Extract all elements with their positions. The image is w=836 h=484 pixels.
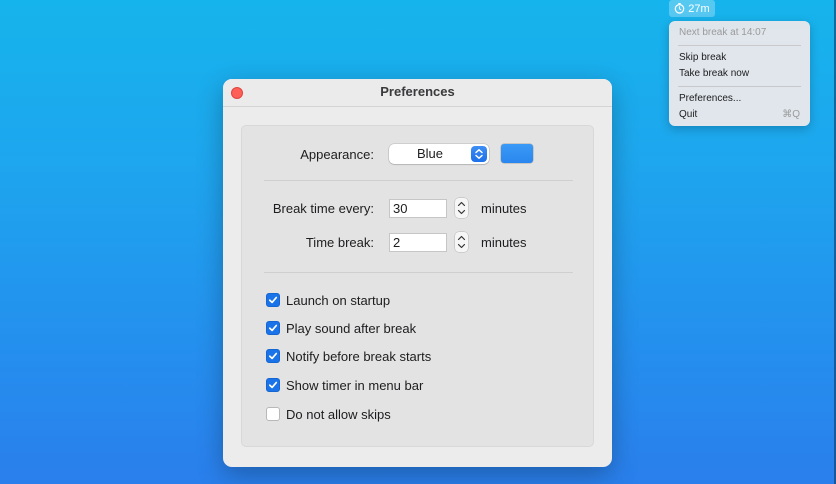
checkbox[interactable] xyxy=(266,349,280,363)
checkbox[interactable] xyxy=(266,293,280,307)
menu-item-preferences[interactable]: Preferences... xyxy=(679,92,800,106)
menu-item-take-break-now[interactable]: Take break now xyxy=(679,67,800,81)
option-do-not-allow-skips[interactable]: Do not allow skips xyxy=(266,406,391,422)
skip-break-label: Skip break xyxy=(679,52,727,63)
divider xyxy=(264,272,573,273)
appearance-color-swatch[interactable] xyxy=(501,144,533,163)
checkbox-label: Launch on startup xyxy=(286,292,391,308)
appearance-label: Appearance: xyxy=(300,147,374,162)
time-break-input[interactable]: 2 xyxy=(389,233,447,252)
checkbox-label: Do not allow skips xyxy=(286,406,391,422)
time-break-unit: minutes xyxy=(481,235,527,250)
status-menu: Next break at 14:07 Skip break Take brea… xyxy=(669,21,810,126)
checkmark-icon xyxy=(268,324,278,332)
time-break-stepper[interactable] xyxy=(455,232,468,252)
quit-shortcut: ⌘Q xyxy=(782,109,800,120)
next-break-label: Next break at 14:07 xyxy=(679,27,767,38)
option-notify-before-break[interactable]: Notify before break starts xyxy=(266,348,431,364)
checkbox[interactable] xyxy=(266,321,280,335)
menu-item-quit[interactable]: Quit ⌘Q xyxy=(679,108,800,122)
time-break-label: Time break: xyxy=(305,235,374,250)
appearance-value: Blue xyxy=(416,146,444,161)
option-play-sound[interactable]: Play sound after break xyxy=(266,320,416,336)
menubar-timer[interactable]: 27m xyxy=(669,0,715,17)
stepper-arrows-icon xyxy=(457,201,466,215)
preferences-label: Preferences... xyxy=(679,93,742,104)
divider xyxy=(264,180,573,181)
menu-separator xyxy=(678,45,801,46)
stepper-arrows-icon xyxy=(457,235,466,249)
timer-icon xyxy=(674,3,685,14)
break-every-label: Break time every: xyxy=(272,201,374,216)
break-every-stepper[interactable] xyxy=(455,198,468,218)
option-show-timer[interactable]: Show timer in menu bar xyxy=(266,377,423,393)
option-launch-on-startup[interactable]: Launch on startup xyxy=(266,292,390,308)
window-title: Preferences xyxy=(380,84,455,99)
checkbox[interactable] xyxy=(266,407,280,421)
menu-item-next-break: Next break at 14:07 xyxy=(679,26,800,40)
break-every-input[interactable]: 30 xyxy=(389,199,447,218)
preferences-window: Preferences Appearance: Blue Break time … xyxy=(223,79,612,467)
break-every-unit: minutes xyxy=(481,201,527,216)
checkmark-icon xyxy=(268,381,278,389)
preferences-panel: Appearance: Blue Break time every: 30 mi… xyxy=(241,125,594,447)
menu-separator xyxy=(678,86,801,87)
checkbox-label: Show timer in menu bar xyxy=(286,377,424,393)
quit-label: Quit xyxy=(679,109,698,120)
checkmark-icon xyxy=(268,296,278,304)
checkbox-label: Play sound after break xyxy=(286,320,417,336)
checkbox-label: Notify before break starts xyxy=(286,348,432,364)
popup-arrows-icon xyxy=(471,146,487,162)
checkbox[interactable] xyxy=(266,378,280,392)
title-bar[interactable]: Preferences xyxy=(223,79,612,107)
take-break-now-label: Take break now xyxy=(679,68,750,79)
menu-item-skip-break[interactable]: Skip break xyxy=(679,51,800,65)
checkmark-icon xyxy=(268,352,278,360)
appearance-popup[interactable]: Blue xyxy=(389,144,489,164)
timer-text: 27m xyxy=(688,2,710,15)
